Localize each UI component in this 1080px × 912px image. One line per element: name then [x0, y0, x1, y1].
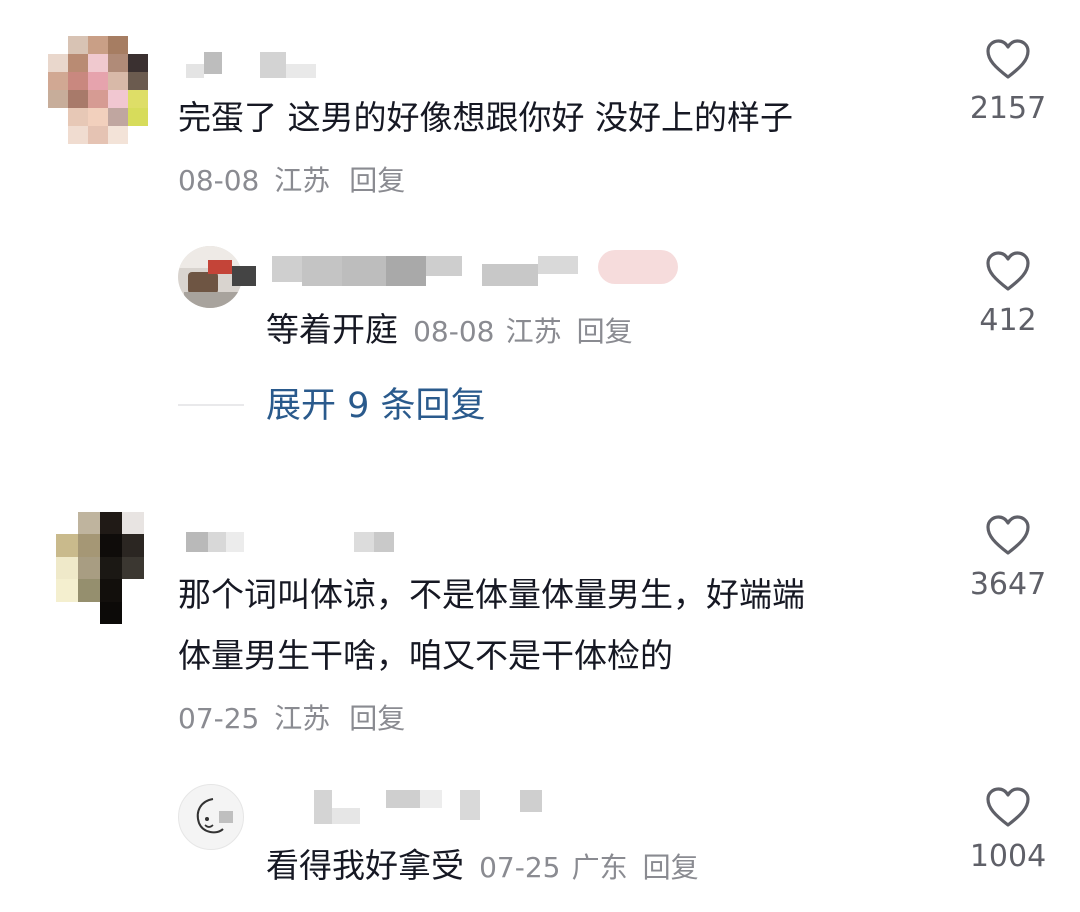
username-blurred[interactable] [186, 532, 396, 552]
expand-replies-button[interactable]: 展开 9 条回复 [266, 386, 486, 426]
comment-meta: 07-25 江苏 回复 [178, 703, 405, 735]
comment-location: 江苏 [274, 702, 331, 735]
heart-outline-icon [986, 515, 1030, 555]
like-count: 2157 [969, 91, 1047, 126]
reply-button[interactable]: 回复 [349, 164, 405, 197]
like-count: 1004 [969, 839, 1047, 874]
avatar[interactable] [48, 36, 148, 144]
reply-date: 08-08 [413, 315, 495, 348]
like-button[interactable]: 3647 [968, 514, 1048, 602]
username-blurred[interactable] [186, 52, 316, 78]
avatar[interactable] [56, 512, 144, 624]
comment-meta: 08-08 江苏 回复 [178, 165, 405, 197]
reply-location: 江苏 [505, 315, 562, 348]
like-count: 3647 [969, 567, 1047, 602]
reply-text: 看得我好拿受 [266, 846, 464, 885]
reply-date: 07-25 [479, 851, 561, 884]
comment-date: 08-08 [178, 164, 260, 197]
like-button[interactable]: 412 [968, 250, 1048, 338]
heart-outline-icon [986, 39, 1030, 79]
reply-text: 等着开庭 [266, 310, 398, 349]
comment-text-line: 体量男生干啥，咱又不是干体检的 [178, 636, 673, 675]
reply-button[interactable]: 回复 [349, 702, 405, 735]
like-count: 412 [979, 303, 1037, 338]
comment-text: 完蛋了 这男的好像想跟你好 没好上的样子 [178, 98, 793, 137]
avatar[interactable] [178, 784, 244, 850]
comment-text-line: 那个词叫体谅，不是体量体量男生，好端端 [178, 575, 805, 614]
reply-button[interactable]: 回复 [643, 851, 699, 884]
reply-button[interactable]: 回复 [577, 315, 633, 348]
username-blurred[interactable] [232, 250, 732, 286]
like-button[interactable]: 1004 [968, 786, 1048, 874]
reply-location: 广东 [571, 851, 628, 884]
like-button[interactable]: 2157 [968, 38, 1048, 126]
divider [178, 404, 244, 406]
comment-location: 江苏 [274, 164, 331, 197]
moon-doodle-icon [196, 798, 233, 834]
username-blurred[interactable] [314, 790, 554, 826]
comment-date: 07-25 [178, 702, 260, 735]
heart-outline-icon [986, 787, 1030, 827]
sub-reply: 看得我好拿受 07-25 广东 回复 [266, 846, 699, 892]
heart-outline-icon [986, 251, 1030, 291]
sub-reply: 等着开庭 08-08 江苏 回复 [266, 310, 633, 356]
